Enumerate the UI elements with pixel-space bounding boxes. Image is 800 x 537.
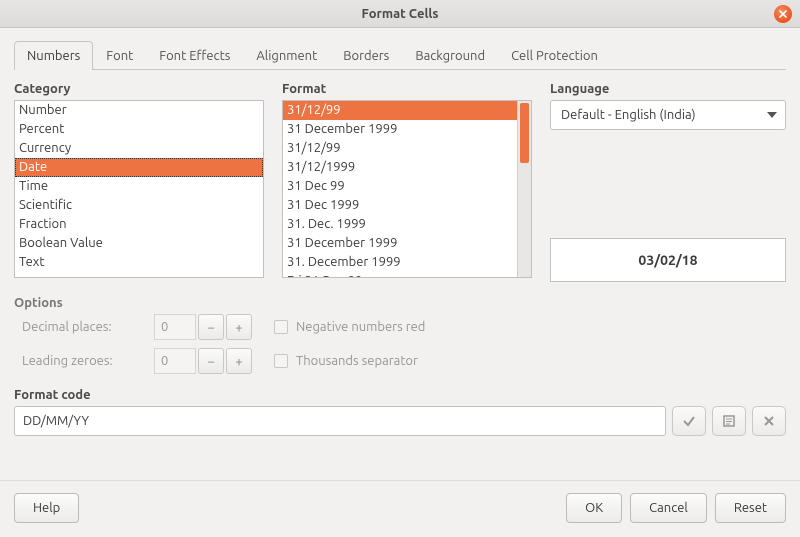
category-item[interactable]: Fraction [15, 215, 263, 234]
leading-zeroes-increment: + [226, 348, 252, 374]
tab-font-effects[interactable]: Font Effects [146, 41, 243, 70]
format-item[interactable]: 31/12/1999 [283, 158, 517, 177]
thousands-sep-label: Thousands separator [296, 354, 418, 368]
decimal-places-label: Decimal places: [14, 320, 154, 334]
format-item[interactable]: 31. Dec. 1999 [283, 215, 517, 234]
format-code-remove-button [752, 406, 786, 436]
format-scrollbar[interactable] [517, 101, 531, 277]
negative-red-label: Negative numbers red [296, 320, 425, 334]
note-icon [722, 414, 736, 428]
format-item[interactable]: 31 December 1999 [283, 120, 517, 139]
format-item[interactable]: 31 December 1999 [283, 234, 517, 253]
language-label: Language [550, 82, 786, 96]
leading-zeroes-spinner: − + [154, 348, 274, 374]
format-code-note-button [712, 406, 746, 436]
help-button[interactable]: Help [14, 493, 79, 523]
format-listbox[interactable]: 31/12/99 31 December 1999 31/12/99 31/12… [282, 100, 532, 278]
format-code-label: Format code [14, 388, 786, 402]
category-item[interactable]: Time [15, 177, 263, 196]
format-label: Format [282, 82, 532, 96]
negative-red-checkbox: Negative numbers red [274, 320, 534, 334]
titlebar: Format Cells [0, 0, 800, 28]
chevron-down-icon [767, 112, 777, 118]
format-code-input[interactable] [14, 406, 666, 436]
preview-box: 03/02/18 [550, 238, 786, 282]
check-icon [682, 414, 696, 428]
scrollbar-thumb[interactable] [520, 103, 529, 163]
tab-numbers[interactable]: Numbers [14, 41, 93, 70]
decimal-places-increment: + [226, 314, 252, 340]
preview-value: 03/02/18 [638, 252, 697, 268]
tab-bar: Numbers Font Font Effects Alignment Bord… [14, 40, 786, 70]
tab-alignment[interactable]: Alignment [243, 41, 330, 70]
category-item[interactable]: Number [15, 101, 263, 120]
leading-zeroes-decrement: − [198, 348, 224, 374]
category-label: Category [14, 82, 264, 96]
format-item[interactable]: Fri 31 Dec 99 [283, 272, 517, 277]
tab-font[interactable]: Font [93, 41, 146, 70]
decimal-places-spinner: − + [154, 314, 274, 340]
tab-borders[interactable]: Borders [330, 41, 402, 70]
decimal-places-input [154, 314, 196, 340]
category-item[interactable]: Text [15, 253, 263, 272]
options-label: Options [14, 296, 786, 310]
tab-cell-protection[interactable]: Cell Protection [498, 41, 611, 70]
dialog-footer: Help OK Cancel Reset [0, 480, 800, 537]
category-item[interactable]: Scientific [15, 196, 263, 215]
format-item[interactable]: 31 Dec 1999 [283, 196, 517, 215]
format-item[interactable]: 31. December 1999 [283, 253, 517, 272]
x-icon [763, 415, 775, 427]
checkbox-icon [274, 354, 288, 368]
reset-button[interactable]: Reset [715, 493, 786, 523]
category-item[interactable]: Boolean Value [15, 234, 263, 253]
format-code-apply-button [672, 406, 706, 436]
checkbox-icon [274, 320, 288, 334]
category-item[interactable]: Percent [15, 120, 263, 139]
thousands-sep-checkbox: Thousands separator [274, 354, 534, 368]
cancel-button[interactable]: Cancel [630, 493, 707, 523]
decimal-places-decrement: − [198, 314, 224, 340]
close-icon [779, 10, 787, 18]
format-item[interactable]: 31/12/99 [283, 101, 517, 120]
format-item[interactable]: 31/12/99 [283, 139, 517, 158]
language-value: Default - English (India) [561, 108, 696, 122]
leading-zeroes-label: Leading zeroes: [14, 354, 154, 368]
window-title: Format Cells [361, 7, 438, 21]
category-item[interactable]: Currency [15, 139, 263, 158]
category-listbox[interactable]: Number Percent Currency Date Time Scient… [14, 100, 264, 278]
close-button[interactable] [774, 5, 792, 23]
format-item[interactable]: 31 Dec 99 [283, 177, 517, 196]
leading-zeroes-input [154, 348, 196, 374]
tab-background[interactable]: Background [402, 41, 498, 70]
language-select[interactable]: Default - English (India) [550, 100, 786, 130]
ok-button[interactable]: OK [566, 493, 622, 523]
category-item[interactable]: Date [15, 158, 263, 177]
